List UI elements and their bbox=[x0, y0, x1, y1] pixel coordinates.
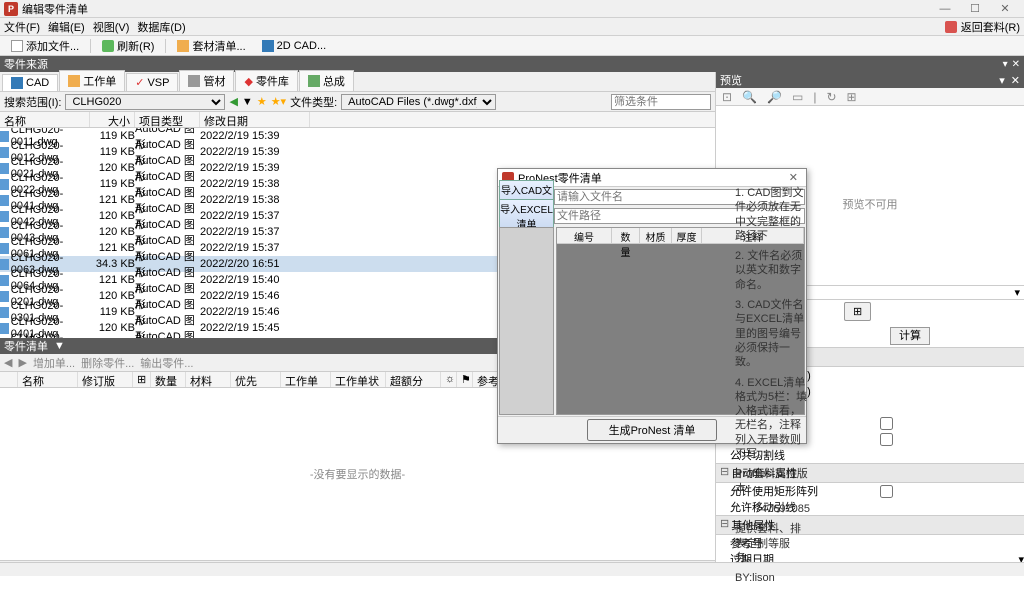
menu-edit[interactable]: 编辑(E) bbox=[48, 19, 85, 35]
prop-comb-check[interactable] bbox=[880, 433, 893, 446]
tab-lib[interactable]: ◆零件库 bbox=[235, 70, 297, 91]
rot-icon[interactable]: ↻ bbox=[826, 90, 836, 104]
tb2-add[interactable]: 增加单... bbox=[33, 355, 75, 371]
prop-allowrect-check[interactable] bbox=[880, 485, 893, 498]
tb2-next-icon[interactable]: ▶ bbox=[18, 356, 26, 369]
filetype-label: 文件类型: bbox=[290, 94, 337, 110]
cad-tab-icon bbox=[11, 77, 23, 89]
menu-data[interactable]: 数据库(D) bbox=[137, 19, 185, 35]
status-bar bbox=[0, 562, 1024, 576]
tab-work[interactable]: 工作单 bbox=[59, 70, 125, 91]
window-title: 编辑零件清单 bbox=[22, 1, 930, 17]
minimize-button[interactable]: — bbox=[930, 3, 960, 15]
filter-input[interactable] bbox=[611, 94, 711, 110]
menu-return[interactable]: 返回套料(R) bbox=[961, 19, 1020, 35]
return-icon bbox=[945, 21, 957, 33]
menu-file[interactable]: 文件(F) bbox=[4, 19, 40, 35]
panel-list-title: 零件清单 bbox=[4, 338, 48, 354]
prop-nofill-check[interactable] bbox=[880, 417, 893, 430]
panel-pin-icon[interactable]: ▾ bbox=[1003, 59, 1008, 70]
search-label: 搜索范围(I): bbox=[4, 94, 61, 110]
grid-icon[interactable]: ⊞ bbox=[847, 90, 857, 104]
zoom-in-icon[interactable]: 🔍 bbox=[742, 90, 757, 104]
panel-source-title: 零件来源 bbox=[4, 56, 48, 72]
tab-pipe[interactable]: 管材 bbox=[179, 70, 234, 91]
cad-icon bbox=[262, 40, 274, 52]
zoom-fit-icon[interactable]: ⊡ bbox=[722, 90, 732, 104]
prop-calc-button[interactable]: ⊞ bbox=[844, 302, 871, 321]
pipe-tab-icon bbox=[188, 75, 200, 87]
tb-bom[interactable]: 套材清单... bbox=[170, 36, 252, 56]
preview-text: 预览不可用 bbox=[843, 196, 898, 212]
tb2-prev-icon[interactable]: ◀ bbox=[4, 356, 12, 369]
refresh-icon bbox=[102, 40, 114, 52]
col2-ws[interactable]: 工作单状态 bbox=[331, 372, 386, 387]
prop-drop-icon[interactable]: ▾ bbox=[1010, 286, 1024, 299]
work-tab-icon bbox=[68, 75, 80, 87]
nav-back-icon[interactable]: ◀ bbox=[229, 95, 237, 108]
filetype-select[interactable]: AutoCAD Files (*.dwg*.dxf) bbox=[341, 94, 496, 110]
preview-panel-title: 预览 bbox=[720, 72, 742, 88]
col2-qty[interactable]: 数量 bbox=[151, 372, 186, 387]
dialog-close-icon[interactable]: ✕ bbox=[785, 171, 802, 184]
file-row[interactable]: CLHG020-0011.dwg119 KBAutoCAD 图形2022/2/1… bbox=[0, 128, 715, 144]
nav-fav2-icon[interactable]: ★▾ bbox=[271, 95, 286, 108]
rpanel-close-icon[interactable]: ✕ bbox=[1011, 74, 1020, 87]
panel-list-drop-icon[interactable]: ▼ bbox=[54, 340, 65, 352]
tab-vsp[interactable]: ✓VSP bbox=[126, 73, 178, 91]
rpanel-pin-icon[interactable]: ▾ bbox=[999, 74, 1005, 87]
dlg-col-thk[interactable]: 厚度 bbox=[672, 228, 702, 243]
col-name[interactable]: 名称 bbox=[0, 112, 90, 127]
dlg-col-qty[interactable]: 数量 bbox=[612, 228, 640, 243]
col-type[interactable]: 项目类型 bbox=[135, 112, 200, 127]
col2-pri[interactable]: 优先 bbox=[231, 372, 281, 387]
generate-button[interactable]: 生成ProNest 清单 bbox=[587, 419, 718, 441]
col2-name[interactable]: 名称 bbox=[18, 372, 78, 387]
new-icon bbox=[11, 40, 23, 52]
side-tips: 1. CAD图到文件必须放在无中文完整框的路径下 2. 文件名必须以英文和数字命… bbox=[735, 186, 810, 591]
file-row[interactable]: CLHG020-0012.dwg119 KBAutoCAD 图形2022/2/1… bbox=[0, 144, 715, 160]
col2-mat[interactable]: 材料 bbox=[186, 372, 231, 387]
tb-new[interactable]: 添加文件... bbox=[4, 36, 86, 56]
search-folder-select[interactable]: CLHG020 bbox=[65, 94, 225, 110]
nav-fav-icon[interactable]: ★ bbox=[257, 95, 267, 108]
col-size[interactable]: 大小 bbox=[90, 112, 135, 127]
col2-cd[interactable]: 超额分配... bbox=[386, 372, 441, 387]
assy-tab-icon bbox=[308, 75, 320, 87]
menu-view[interactable]: 视图(V) bbox=[93, 19, 130, 35]
tb-refresh[interactable]: 刷新(R) bbox=[95, 36, 161, 56]
tab-assy[interactable]: 总成 bbox=[299, 70, 354, 91]
calc-button[interactable]: 计算 bbox=[890, 327, 930, 345]
col2-wo[interactable]: 工作单编号 bbox=[281, 372, 331, 387]
col2-opt1[interactable]: ☼ bbox=[441, 372, 457, 387]
nav-up-icon[interactable]: ▼ bbox=[242, 96, 253, 108]
bom-icon bbox=[177, 40, 189, 52]
dlg-col-no[interactable]: 编号 bbox=[557, 228, 612, 243]
close-button[interactable]: ✕ bbox=[990, 2, 1020, 15]
col2-opt2[interactable]: ⚑ bbox=[457, 372, 473, 387]
col2-rev[interactable]: 修订版 bbox=[78, 372, 133, 387]
tb2-del[interactable]: 删除零件... bbox=[81, 355, 134, 371]
zoom-out-icon[interactable]: 🔎 bbox=[767, 90, 782, 104]
app-icon: P bbox=[4, 2, 18, 16]
zoom-sel-icon[interactable]: ▭ bbox=[792, 90, 803, 104]
dialog-title: ProNest零件清单 bbox=[518, 170, 785, 186]
dlg-col-mat[interactable]: 材质 bbox=[640, 228, 672, 243]
col-date[interactable]: 修改日期 bbox=[200, 112, 310, 127]
tb-cad[interactable]: 2D CAD... bbox=[255, 38, 334, 54]
col2-pin[interactable]: ⊞ bbox=[133, 372, 151, 387]
panel-close-icon[interactable]: ✕ bbox=[1012, 59, 1020, 70]
maximize-button[interactable]: ☐ bbox=[960, 2, 990, 15]
tb2-preset[interactable]: 输出零件... bbox=[140, 355, 193, 371]
tab-cad[interactable]: CAD bbox=[2, 74, 58, 91]
